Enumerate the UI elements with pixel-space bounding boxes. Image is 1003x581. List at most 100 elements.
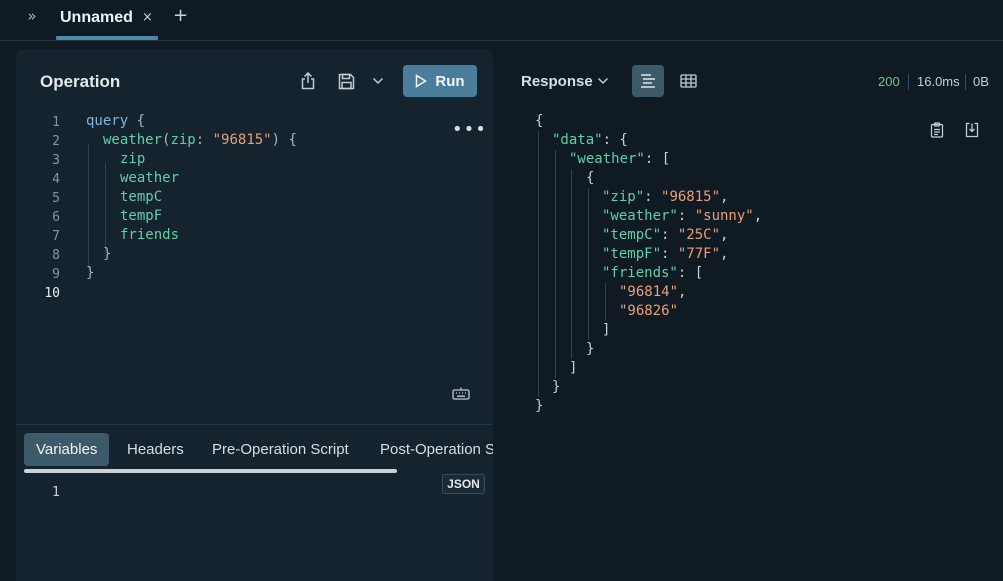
tab-label: Unnamed: [60, 9, 133, 26]
code-line: 8 }: [16, 246, 436, 265]
line-number: 4: [52, 172, 60, 187]
json-key: "tempC": [602, 227, 662, 243]
chevron-down-icon[interactable]: [596, 72, 610, 90]
code-line: 3 zip: [16, 151, 436, 170]
punctuation: :: [661, 246, 678, 262]
punctuation: {: [128, 113, 146, 129]
punctuation: ,: [720, 227, 729, 243]
code-line: 9 }: [16, 265, 436, 284]
json-key: "weather": [569, 151, 645, 167]
response-time: 16.0ms: [917, 74, 960, 89]
tab-post-operation-script[interactable]: Post-Operation Script: [368, 433, 493, 466]
punctuation: :: [195, 132, 213, 148]
tab-unnamed[interactable]: Unnamed ×: [56, 0, 158, 40]
punctuation: ) {: [271, 132, 297, 148]
punctuation: : [: [677, 265, 704, 281]
field-name: tempF: [120, 208, 163, 224]
json-line: }: [586, 341, 595, 357]
string-literal: "96815": [212, 132, 272, 148]
operation-panel: Operation Run ••• 1 query {2 weather(zi…: [16, 49, 493, 581]
indent-guide: [588, 188, 589, 340]
json-line: "friends": [: [602, 265, 703, 284]
variables-line-number: 1: [52, 485, 60, 500]
json-line: "tempC": "25C",: [602, 227, 728, 246]
close-icon[interactable]: ×: [142, 10, 153, 25]
subtabs-scrollbar[interactable]: [24, 469, 397, 473]
argument-name: zip: [170, 132, 196, 148]
line-number: 10: [44, 286, 60, 301]
play-icon: [416, 74, 428, 88]
operation-subtabs: Variables Headers Pre-Operation Script P…: [16, 433, 493, 467]
status-code: 200: [878, 74, 900, 89]
punctuation: ,: [678, 284, 687, 300]
add-tab-icon[interactable]: +: [173, 5, 188, 26]
json-line: "weather": "sunny",: [602, 208, 762, 227]
json-line: "96826": [619, 303, 678, 322]
json-value: "sunny": [694, 208, 754, 224]
json-line: {: [586, 170, 595, 186]
json-key: "data": [552, 132, 603, 148]
json-line: {: [535, 113, 544, 129]
json-line: "96814",: [619, 284, 686, 303]
code-line: 10: [16, 284, 436, 303]
line-number: 2: [52, 134, 60, 149]
json-badge[interactable]: JSON: [442, 474, 485, 494]
field-name: weather: [120, 170, 180, 186]
tab-bar: » Unnamed × +: [0, 0, 1003, 41]
field-name: zip: [120, 151, 146, 167]
json-line: "zip": "96815",: [602, 189, 728, 208]
operation-title: Operation: [40, 72, 121, 91]
json-line: }: [552, 379, 561, 395]
share-icon[interactable]: [298, 71, 318, 91]
punctuation: ,: [720, 189, 729, 205]
indent-guide: [605, 283, 606, 321]
indent-guide: [538, 131, 539, 397]
copy-icon[interactable]: [929, 121, 945, 139]
status-divider: [908, 74, 909, 90]
formatted-view-button[interactable]: [632, 65, 664, 97]
response-size: 0B: [973, 74, 989, 89]
line-number: 3: [52, 153, 60, 168]
json-line: }: [535, 398, 544, 414]
punctuation: ,: [753, 208, 763, 224]
keyboard-icon[interactable]: [452, 385, 470, 401]
json-line: "weather": [: [569, 151, 670, 170]
keyword: query: [86, 113, 129, 129]
json-line: "tempF": "77F",: [602, 246, 728, 265]
indent-guide: [571, 169, 572, 359]
expand-sidebar-icon[interactable]: »: [22, 7, 42, 27]
code-line: 7 friends: [16, 227, 436, 246]
chevron-down-icon[interactable]: [370, 71, 386, 91]
tab-headers[interactable]: Headers: [115, 433, 196, 466]
run-label: Run: [435, 72, 465, 90]
json-line: "data": {: [552, 132, 628, 151]
line-number: 6: [52, 210, 60, 225]
line-number: 8: [52, 248, 60, 263]
punctuation: }: [103, 246, 112, 262]
table-view-icon[interactable]: [679, 73, 697, 89]
field-name: friends: [120, 227, 180, 243]
run-button[interactable]: Run: [403, 65, 477, 97]
json-key: "zip": [602, 189, 645, 205]
line-number: 1: [52, 115, 60, 130]
json-value: "25C": [677, 227, 721, 243]
line-number: 5: [52, 191, 60, 206]
json-line: ]: [602, 322, 611, 338]
json-key: "tempF": [602, 246, 662, 262]
field-name: tempC: [120, 189, 163, 205]
line-number: 9: [52, 267, 60, 282]
code-line: 2 weather(zip: "96815") {: [16, 132, 436, 151]
panel-divider: [16, 424, 493, 425]
save-icon[interactable]: [336, 71, 356, 91]
json-value: "96815": [661, 189, 721, 205]
tab-variables[interactable]: Variables: [24, 433, 110, 466]
code-line: 4 weather: [16, 170, 436, 189]
line-number: 7: [52, 229, 60, 244]
code-line: 1 query {: [16, 113, 436, 132]
response-label[interactable]: Response: [521, 73, 593, 90]
download-icon[interactable]: [964, 121, 980, 139]
indent-guide: [555, 150, 556, 378]
punctuation: : {: [602, 132, 628, 148]
tab-pre-operation-script[interactable]: Pre-Operation Script: [200, 433, 361, 466]
query-editor[interactable]: 1 query { 2 weather(zip: "96815") { 3 zi…: [16, 113, 493, 413]
